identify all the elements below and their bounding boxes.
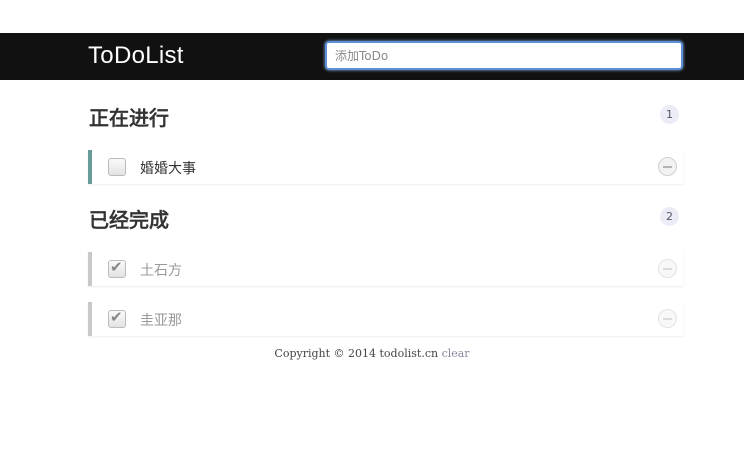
footer: Copyright © 2014 todolist.cn clear <box>0 347 744 360</box>
app-header: ToDoList <box>0 33 744 80</box>
todo-item[interactable]: 婚婚大事 <box>88 150 683 184</box>
done-checkbox[interactable]: ✔ <box>108 258 126 278</box>
done-checkbox[interactable]: ✔ <box>108 308 126 328</box>
minus-circle-icon <box>663 268 672 270</box>
todo-checkbox[interactable] <box>108 158 126 176</box>
in-progress-heading: 正在进行 <box>89 106 169 130</box>
todo-text[interactable]: 婚婚大事 <box>140 158 196 178</box>
done-item[interactable]: ✔ 圭亚那 <box>88 302 683 336</box>
delete-button[interactable] <box>658 309 677 328</box>
check-icon: ✔ <box>110 308 123 326</box>
app-title[interactable]: ToDoList <box>88 42 184 70</box>
copyright-text: Copyright © 2014 todolist.cn <box>274 347 439 360</box>
delete-button[interactable] <box>658 259 677 278</box>
check-icon: ✔ <box>110 258 123 276</box>
clear-link[interactable]: clear <box>442 347 470 360</box>
add-todo-input[interactable] <box>325 41 683 70</box>
done-item[interactable]: ✔ 土石方 <box>88 252 683 286</box>
completed-heading: 已经完成 <box>89 208 169 232</box>
done-text[interactable]: 圭亚那 <box>140 310 182 330</box>
minus-circle-icon <box>663 166 672 168</box>
delete-button[interactable] <box>658 157 677 176</box>
completed-count-badge: 2 <box>660 207 679 226</box>
minus-circle-icon <box>663 318 672 320</box>
in-progress-count-badge: 1 <box>660 105 679 124</box>
done-text[interactable]: 土石方 <box>140 260 182 280</box>
